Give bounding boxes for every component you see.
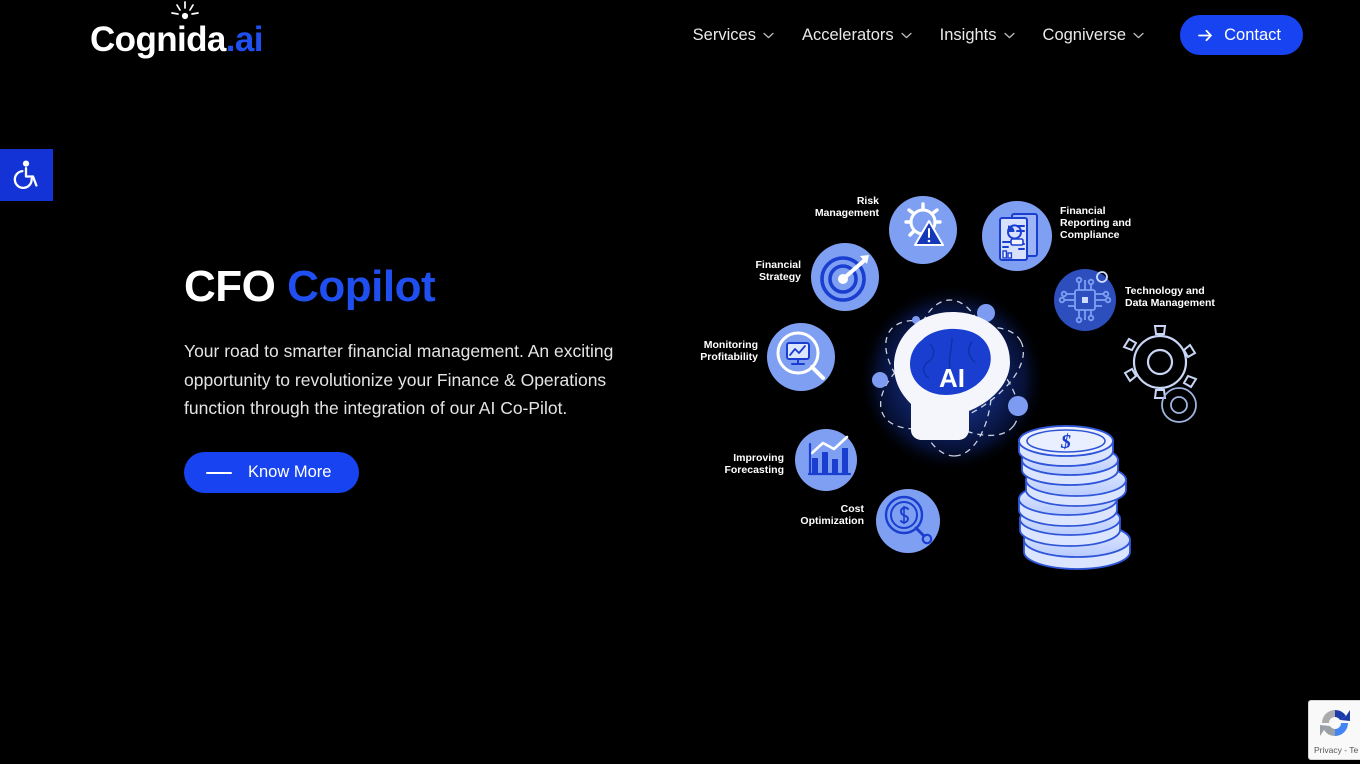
node-label: Strategy <box>759 271 801 283</box>
node-label: Management <box>815 207 880 219</box>
illustration-node-improving-forecasting[interactable]: Improving Forecasting <box>724 429 857 491</box>
page-title: CFO Copilot <box>184 262 654 311</box>
recaptcha-privacy-text: Privacy - Te <box>1314 745 1359 755</box>
report-document-icon <box>999 213 1038 261</box>
node-label: Reporting and <box>1060 217 1131 229</box>
node-label: Cost <box>841 503 865 515</box>
wheelchair-accessibility-icon <box>13 160 38 189</box>
illustration-node-cost-optimization[interactable]: Cost Optimization <box>800 489 940 553</box>
recaptcha-badge[interactable]: Privacy - Te <box>1308 700 1360 760</box>
node-label: Profitability <box>700 351 758 363</box>
brand-name: Cognida <box>90 20 226 59</box>
nav-label: Cogniverse <box>1042 25 1126 44</box>
chevron-down-icon <box>1003 32 1015 38</box>
accessibility-widget-button[interactable] <box>0 149 53 201</box>
node-label: Financial <box>1060 205 1106 217</box>
sunburst-icon <box>171 1 199 20</box>
node-label: Improving <box>733 452 784 464</box>
ai-center-label: AI <box>939 363 965 393</box>
contact-button[interactable]: Contact <box>1180 15 1303 55</box>
node-label: Compliance <box>1060 229 1120 241</box>
nav-item-services[interactable]: Services <box>693 26 774 45</box>
illustration-node-technology-data[interactable]: Technology and Data Management <box>1054 269 1215 331</box>
node-label: Monitoring <box>704 339 758 351</box>
chevron-down-icon <box>901 32 912 38</box>
coin-stack-dollar-icon: $ <box>1018 425 1131 570</box>
node-label: Financial <box>755 259 801 271</box>
arrow-right-icon <box>1198 29 1213 41</box>
page-root: Cognida .ai Services Accelerators Insigh… <box>0 0 1360 764</box>
nav-label: Services <box>692 25 756 44</box>
know-more-label: Know More <box>248 463 332 482</box>
hero-title-accent: Copilot <box>287 262 436 311</box>
site-header: Cognida .ai Services Accelerators Insigh… <box>0 0 1360 70</box>
gear-outline-icon <box>1122 325 1198 399</box>
node-label: Data Management <box>1125 297 1215 309</box>
gear-outline-icon-small <box>1161 387 1197 423</box>
brand-logo[interactable]: Cognida .ai <box>90 1 264 59</box>
brand-suffix: .ai <box>225 20 264 59</box>
know-more-button[interactable]: Know More <box>184 452 360 494</box>
hero-text-block: CFO Copilot Your road to smarter financi… <box>184 262 654 494</box>
nav-item-accelerators[interactable]: Accelerators <box>802 26 912 45</box>
hero-illustration: AI Risk Management Financial Strategy Fi… <box>690 160 1230 580</box>
recaptcha-logo-icon <box>1320 709 1350 737</box>
illustration-node-monitoring-profitability[interactable]: Monitoring Profitability <box>700 323 835 391</box>
hero-title-plain: CFO <box>184 262 276 311</box>
chevron-down-icon <box>763 32 774 38</box>
dollar-glyph: $ <box>1060 431 1071 453</box>
illustration-node-financial-reporting[interactable]: Financial Reporting and Compliance <box>982 201 1131 271</box>
chevron-down-icon <box>1133 32 1144 38</box>
hero-paragraph: Your road to smarter financial managemen… <box>184 341 614 418</box>
contact-button-label: Contact <box>1224 25 1281 44</box>
nav-label: Accelerators <box>801 25 894 44</box>
nav-item-insights[interactable]: Insights <box>940 26 1015 45</box>
main-navigation: Services Accelerators Insights Cognivers… <box>693 0 1144 70</box>
node-label: Optimization <box>800 515 864 527</box>
node-label: Risk <box>857 195 879 207</box>
dash-icon <box>206 471 232 474</box>
nav-label: Insights <box>939 25 997 44</box>
node-label: Technology and <box>1125 285 1205 297</box>
node-label: Forecasting <box>724 464 784 476</box>
illustration-node-financial-strategy[interactable]: Financial Strategy <box>755 243 879 311</box>
nav-item-cogniverse[interactable]: Cogniverse <box>1043 26 1144 45</box>
